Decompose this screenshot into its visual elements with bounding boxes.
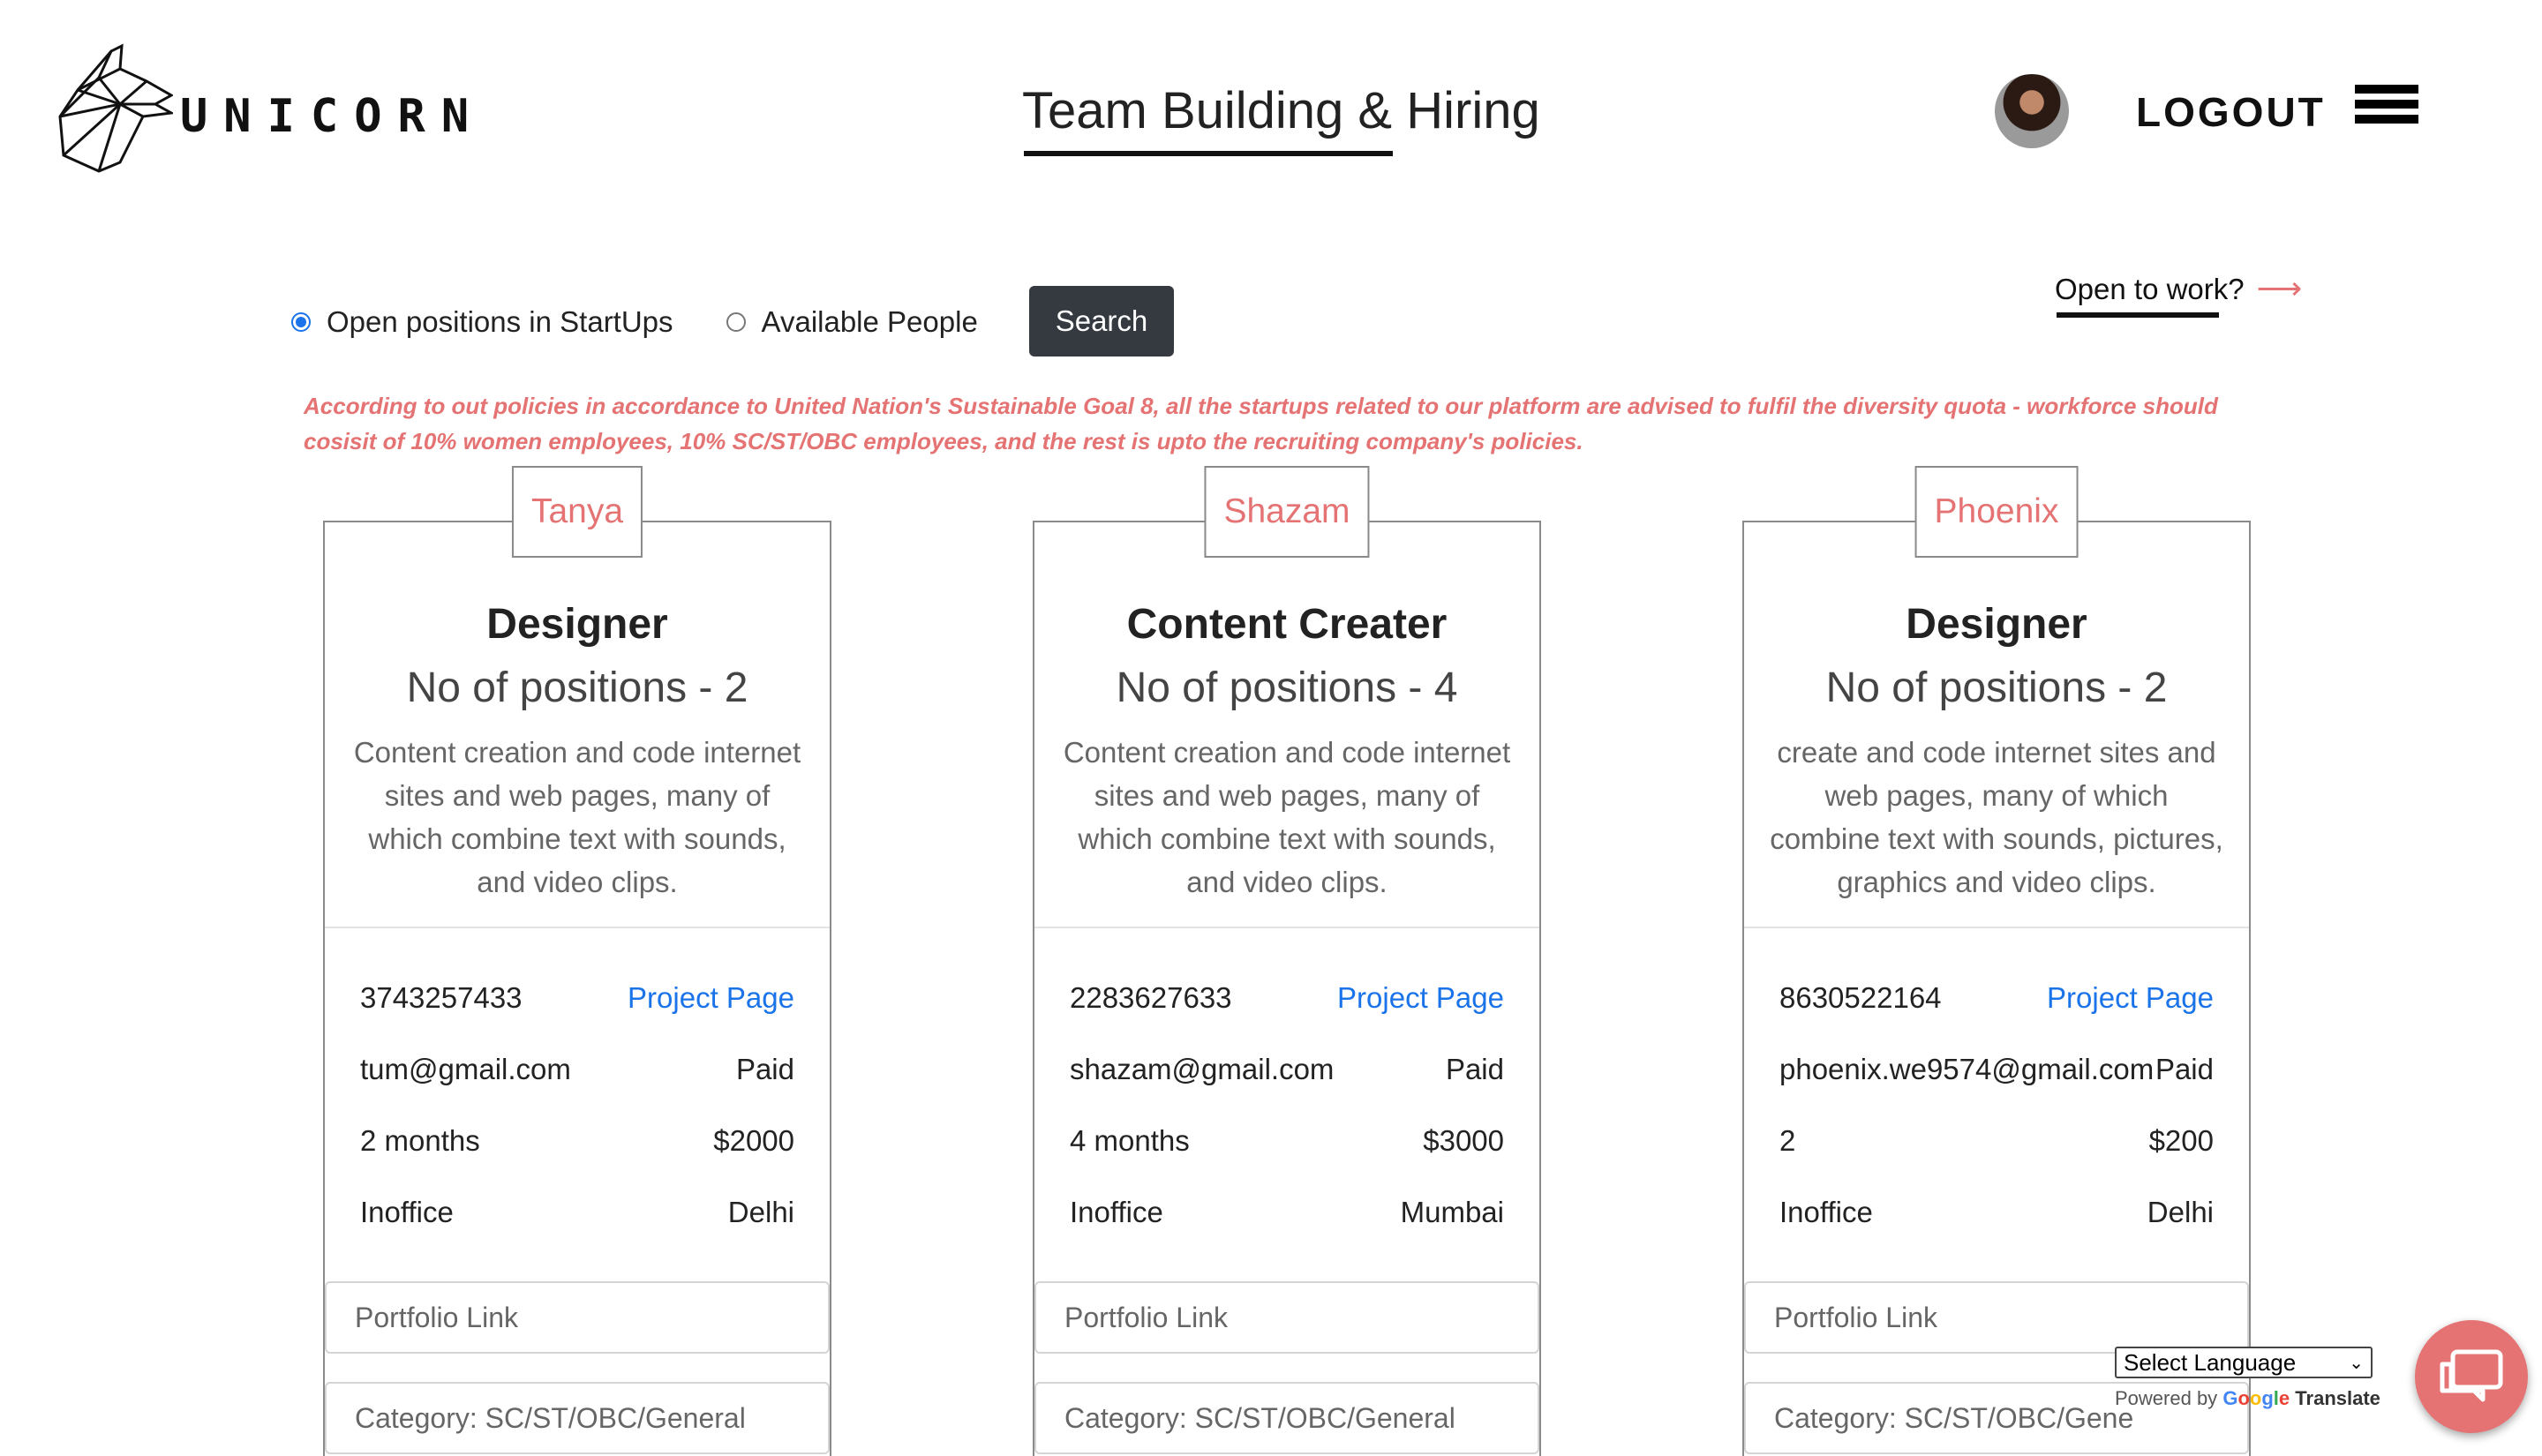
card-row-email: tum@gmail.com Paid (360, 1053, 794, 1086)
arrow-right-icon: ⟶ (2256, 270, 2303, 306)
avatar[interactable] (1995, 74, 2069, 148)
portfolio-link-input[interactable]: Portfolio Link (1034, 1281, 1539, 1354)
radio-option-startups[interactable]: Open positions in StartUps (291, 305, 673, 339)
title-underline (1024, 151, 1393, 156)
card-mode: Inoffice (1070, 1196, 1163, 1228)
page-title: Team Building & Hiring (1022, 82, 1540, 139)
open-to-work-link[interactable]: Open to work? ⟶ (2055, 270, 2302, 307)
diversity-policy-text: According to out policies in accordance … (304, 393, 2218, 454)
card-role: Designer (1906, 601, 2087, 648)
card-row-location: Inoffice Mumbai (1070, 1196, 1504, 1229)
card-stipend: $2000 (713, 1124, 794, 1157)
unicorn-logo[interactable]: UNICORN (58, 42, 469, 175)
card-positions: No of positions - 2 (1825, 664, 2168, 711)
portfolio-link-input[interactable]: Portfolio Link (1744, 1281, 2249, 1354)
card-stipend: $3000 (1423, 1124, 1504, 1157)
card-row-email: shazam@gmail.com Paid (1070, 1053, 1504, 1086)
project-page-link[interactable]: Project Page (1337, 981, 1504, 1015)
card-name-tab: Shazam (1204, 466, 1370, 558)
language-select[interactable]: Select Language ⌄ (2115, 1347, 2373, 1378)
card-divider (1034, 927, 1539, 928)
card-positions: No of positions - 4 (1116, 664, 1458, 711)
project-page-link[interactable]: Project Page (2047, 981, 2214, 1015)
card-row-email: phoenix.we9574@gmail.com Paid (1779, 1053, 2214, 1086)
card-location: Delhi (2147, 1196, 2214, 1228)
search-type-radio-group: Open positions in StartUps Available Peo… (291, 300, 1031, 344)
category-input[interactable]: Category: SC/ST/OBC/General (325, 1382, 830, 1454)
card-description: create and code internet sites and web p… (1770, 736, 2223, 898)
card-location: Mumbai (1400, 1196, 1504, 1228)
hamburger-menu-icon[interactable] (2355, 85, 2418, 139)
card-email: tum@gmail.com (360, 1053, 571, 1085)
card-duration: 2 (1779, 1124, 1796, 1157)
card-divider (325, 927, 830, 928)
card-row-contact: 2283627633 Project Page (1070, 981, 1504, 1015)
powered-by-google: Powered by Google Translate (2115, 1387, 2388, 1410)
radio-label-startups: Open positions in StartUps (327, 305, 673, 338)
portfolio-link-input[interactable]: Portfolio Link (325, 1281, 830, 1354)
project-page-link[interactable]: Project Page (628, 981, 794, 1015)
card-pay-type: Paid (2155, 1053, 2214, 1085)
card-role: Content Creater (1126, 601, 1448, 648)
position-card: Shazam Content Creater No of positions -… (1033, 466, 1541, 1456)
card-row-contact: 8630522164 Project Page (1779, 981, 2214, 1015)
google-translate-widget: Select Language ⌄ Powered by Google Tran… (2115, 1347, 2388, 1410)
radio-option-people[interactable]: Available People (726, 305, 978, 339)
radio-button-people[interactable] (726, 312, 746, 332)
search-button[interactable]: Search (1029, 286, 1174, 356)
radio-button-startups[interactable] (291, 312, 311, 332)
card-phone: 3743257433 (360, 981, 523, 1014)
unicorn-head-icon (58, 43, 173, 173)
card-row-contact: 3743257433 Project Page (360, 981, 794, 1015)
card-name-tab: Phoenix (1914, 466, 2079, 558)
card-mode: Inoffice (360, 1196, 454, 1228)
card-phone: 2283627633 (1070, 981, 1232, 1014)
logout-button[interactable]: LOGOUT (2136, 88, 2326, 136)
card-mode: Inoffice (1779, 1196, 1873, 1228)
card-row-duration: 4 months $3000 (1070, 1124, 1504, 1158)
card-divider (1744, 927, 2249, 928)
category-input[interactable]: Category: SC/ST/OBC/General (1034, 1382, 1539, 1454)
card-pay-type: Paid (1445, 1053, 1504, 1085)
card-phone: 8630522164 (1779, 981, 1942, 1014)
card-duration: 4 months (1070, 1124, 1190, 1157)
chat-bubbles-icon (2440, 1349, 2503, 1402)
radio-label-people: Available People (761, 305, 978, 338)
card-email: shazam@gmail.com (1070, 1053, 1335, 1085)
card-row-location: Inoffice Delhi (360, 1196, 794, 1229)
card-description: Content creation and code internet sites… (1063, 736, 1511, 898)
card-location: Delhi (727, 1196, 794, 1228)
logo-text: UNICORN (180, 90, 485, 143)
open-to-work-label: Open to work? (2055, 273, 2245, 305)
card-row-duration: 2 months $2000 (360, 1124, 794, 1158)
chat-button[interactable] (2415, 1320, 2528, 1433)
card-row-location: Inoffice Delhi (1779, 1196, 2214, 1229)
card-pay-type: Paid (735, 1053, 794, 1085)
card-duration: 2 months (360, 1124, 480, 1157)
position-card: Tanya Designer No of positions - 2 Conte… (323, 466, 831, 1456)
chevron-down-icon: ⌄ (2349, 1353, 2364, 1373)
card-email: phoenix.we9574@gmail.com (1779, 1053, 2155, 1085)
card-description: Content creation and code internet sites… (353, 736, 801, 898)
translate-label: Translate (2295, 1387, 2380, 1409)
card-role: Designer (486, 601, 668, 648)
google-logo[interactable]: Google (2222, 1387, 2290, 1409)
open-to-work-underline (2057, 312, 2219, 318)
card-positions: No of positions - 2 (406, 664, 748, 711)
card-name-tab: Tanya (511, 466, 643, 558)
language-select-value: Select Language (2124, 1348, 2297, 1376)
powered-by-label: Powered by (2115, 1387, 2218, 1409)
card-row-duration: 2 $200 (1779, 1124, 2214, 1158)
position-card: Phoenix Designer No of positions - 2 cre… (1742, 466, 2251, 1456)
card-stipend: $200 (2148, 1124, 2214, 1157)
